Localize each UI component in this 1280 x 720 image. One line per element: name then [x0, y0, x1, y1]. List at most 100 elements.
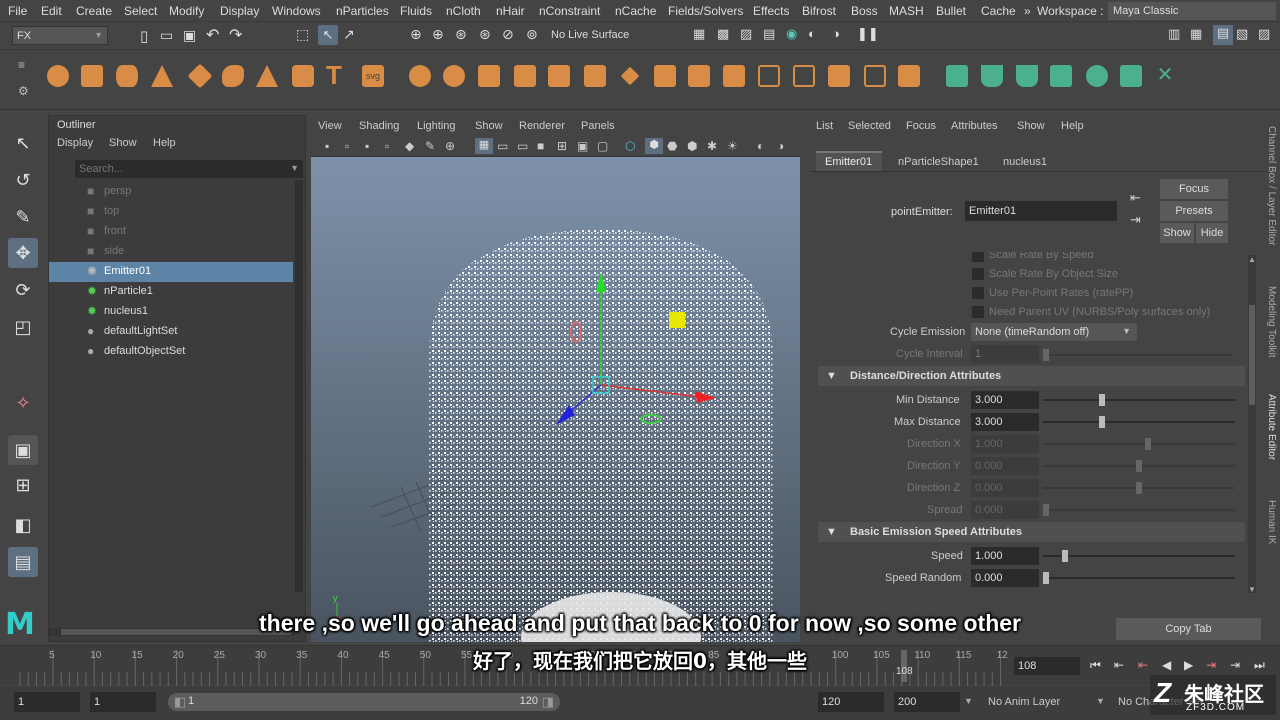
renderer-icon[interactable]: ◐ — [808, 26, 816, 41]
shelf-settings-icon[interactable]: ⚙ — [18, 84, 29, 98]
isolate-select-icon[interactable]: ◐ — [757, 139, 764, 153]
wireframe-icon[interactable]: ⬡ — [625, 139, 635, 153]
ae-tab-nparticleshape[interactable]: nParticleShape1 — [898, 156, 979, 168]
ae-menu-list[interactable]: List — [816, 120, 833, 132]
outliner-item[interactable]: ✹ nParticle1 — [49, 282, 293, 302]
menuset-dropdown[interactable]: FX ▼ — [12, 26, 108, 45]
poly-plane-icon[interactable] — [187, 63, 213, 89]
sculpt-icon[interactable] — [946, 65, 968, 87]
per-point-rates-checkbox[interactable] — [972, 287, 984, 299]
camera-attributes-icon[interactable]: ▫ — [345, 139, 349, 153]
mirror-icon[interactable] — [828, 65, 850, 87]
outliner-item[interactable]: ✹ nucleus1 — [49, 302, 293, 322]
menu-file[interactable]: File — [8, 4, 27, 18]
outliner-persp-layout-icon[interactable]: ▤ — [8, 547, 38, 577]
svg-tool-icon[interactable]: svg — [362, 65, 384, 87]
viewport-3d[interactable]: y — [311, 157, 800, 642]
shelf-menu-icon[interactable]: ≡ — [18, 58, 25, 72]
grid-toggle-icon[interactable]: ⊕ — [445, 139, 455, 153]
direction-z-slider[interactable] — [1043, 482, 1235, 494]
ae-menu-help[interactable]: Help — [1061, 120, 1084, 132]
speed-random-slider[interactable] — [1043, 572, 1235, 584]
menu-edit[interactable]: Edit — [41, 4, 62, 18]
type-tool-icon[interactable]: T — [326, 60, 342, 91]
bookmark-icon[interactable]: ▪ — [365, 139, 369, 153]
menu-bullet[interactable]: Bullet — [936, 4, 966, 18]
bridge-icon[interactable] — [548, 65, 570, 87]
snap-surface-icon[interactable]: ⊘ — [502, 26, 514, 43]
move-tool-icon[interactable]: ✥ — [8, 238, 38, 268]
viewport-menu-lighting[interactable]: Lighting — [417, 120, 456, 132]
poly-pyramid-icon[interactable] — [256, 65, 278, 87]
poly-pipe-icon[interactable] — [292, 65, 314, 87]
min-distance-field[interactable]: 3.000 — [971, 391, 1039, 409]
outliner-item[interactable]: ■ top — [49, 202, 293, 222]
new-scene-icon[interactable]: ▯ — [140, 27, 148, 45]
target-weld-icon[interactable] — [654, 65, 676, 87]
focus-button[interactable]: Focus — [1160, 179, 1228, 199]
scale-rate-speed-checkbox[interactable] — [972, 252, 984, 262]
animation-start-field[interactable]: 1 — [14, 692, 80, 712]
2d-pan-zoom-icon[interactable]: ◆ — [405, 139, 414, 153]
redo-icon[interactable]: ↷ — [229, 25, 242, 45]
playback-start-field[interactable]: 1 — [90, 692, 156, 712]
speed-field[interactable]: 1.000 — [971, 547, 1039, 565]
outliner-menu-help[interactable]: Help — [153, 137, 176, 149]
anim-layer-label[interactable]: No Anim Layer — [988, 696, 1060, 708]
menu-cache[interactable]: Cache — [981, 4, 1016, 18]
open-scene-icon[interactable]: ▭ — [160, 27, 173, 44]
attribute-editor-toggle-icon[interactable]: ▤ — [1213, 25, 1233, 45]
outliner-item[interactable]: ■ front — [49, 222, 293, 242]
smooth-icon[interactable] — [478, 65, 500, 87]
outliner-item[interactable]: ● defaultObjectSet — [49, 342, 293, 362]
distance-direction-section[interactable]: ▼ Distance/Direction Attributes — [818, 366, 1245, 386]
save-scene-icon[interactable]: ▣ — [183, 27, 196, 44]
grab-brush-icon[interactable] — [1050, 65, 1072, 87]
image-plane-icon[interactable]: ▫ — [385, 139, 389, 153]
character-controls-toggle-icon[interactable]: ▦ — [1190, 26, 1202, 42]
bevel-icon[interactable] — [584, 65, 606, 87]
menu-windows[interactable]: Windows — [272, 4, 321, 18]
workspace-dropdown[interactable]: Maya Classic — [1108, 2, 1276, 20]
outliner-search-field[interactable]: ▼ — [75, 160, 303, 178]
outliner-item[interactable]: ● defaultLightSet — [49, 322, 293, 342]
max-distance-field[interactable]: 3.000 — [971, 413, 1039, 431]
menu-nhair[interactable]: nHair — [496, 4, 525, 18]
relax-brush-icon[interactable] — [1016, 65, 1038, 87]
foamy-brush-icon[interactable]: ✕ — [1154, 65, 1176, 87]
use-all-lights-icon[interactable]: ✱ — [707, 139, 717, 153]
ae-tab-emitter[interactable]: Emitter01 — [816, 151, 882, 171]
planar-map-icon[interactable] — [898, 65, 920, 87]
chevron-down-icon[interactable]: ▼ — [1096, 696, 1105, 706]
grease-pencil-icon[interactable]: ✎ — [425, 139, 435, 153]
range-slider[interactable]: ◧ 1 120 ◨ — [168, 693, 560, 711]
poly-append-icon[interactable] — [723, 65, 745, 87]
outliner-scrollbar[interactable] — [295, 180, 303, 592]
direction-x-slider[interactable] — [1043, 438, 1235, 450]
single-perspective-layout-icon[interactable]: ▣ — [8, 435, 38, 465]
snap-grid-icon[interactable]: ⊕ — [410, 26, 422, 43]
direction-y-field[interactable]: 0.000 — [971, 457, 1039, 475]
menu-nparticles[interactable]: nParticles — [336, 4, 389, 18]
speed-slider[interactable] — [1043, 550, 1235, 562]
chevron-down-icon[interactable]: ▼ — [290, 163, 299, 173]
spread-slider[interactable] — [1043, 504, 1235, 516]
viewport-menu-renderer[interactable]: Renderer — [519, 120, 565, 132]
shadows-icon[interactable]: ☀ — [727, 139, 738, 153]
need-parent-uv-checkbox[interactable] — [972, 306, 984, 318]
smooth-shade-icon[interactable]: ⬢ — [645, 138, 663, 154]
menu-bifrost[interactable]: Bifrost — [802, 4, 836, 18]
select-tool-icon[interactable]: ↖ — [8, 128, 38, 158]
poly-cone-icon[interactable] — [151, 65, 173, 87]
animation-end-field[interactable]: 200 — [894, 692, 960, 712]
range-start-handle-icon[interactable]: ◧ — [174, 694, 186, 710]
extrude-icon[interactable] — [514, 65, 536, 87]
channel-box-toggle-icon[interactable]: ▨ — [1258, 26, 1270, 42]
xray-icon[interactable]: ◑ — [777, 139, 784, 153]
menu-mash[interactable]: MASH — [889, 4, 924, 18]
speed-random-field[interactable]: 0.000 — [971, 569, 1039, 587]
safe-action-icon[interactable]: ▣ — [577, 139, 588, 153]
scroll-down-icon[interactable]: ▼ — [1248, 585, 1256, 594]
poly-cylinder-icon[interactable] — [116, 65, 138, 87]
outliner-menu-show[interactable]: Show — [109, 137, 137, 149]
